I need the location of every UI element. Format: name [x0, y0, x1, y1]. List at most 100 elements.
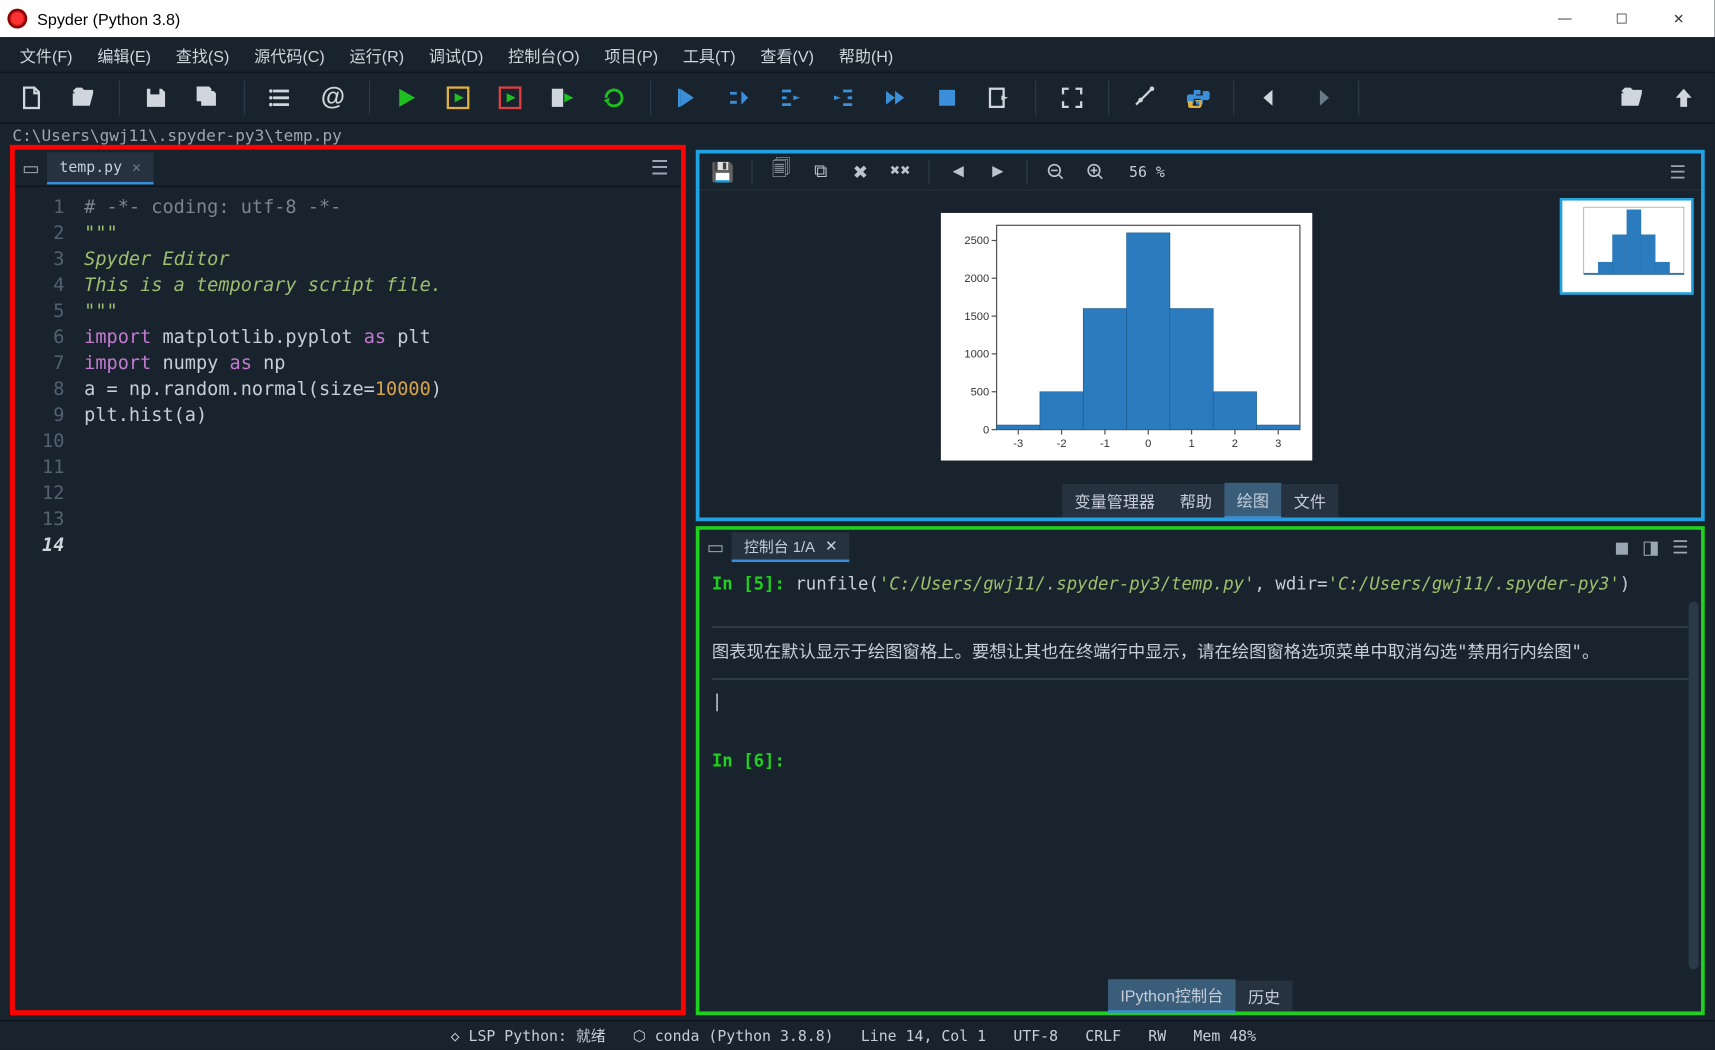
outline-button[interactable] [260, 77, 302, 119]
console-tab[interactable]: 控制台 1/A ✕ [732, 532, 850, 562]
menu-run[interactable]: 运行(R) [340, 40, 414, 68]
run-button[interactable] [385, 77, 427, 119]
close-tab-icon[interactable]: ✕ [132, 158, 141, 175]
save-all-button[interactable] [187, 77, 229, 119]
fullscreen-button[interactable] [1051, 77, 1093, 119]
new-file-button[interactable] [10, 77, 52, 119]
status-env[interactable]: ⬡ conda (Python 3.8.8) [633, 1027, 834, 1044]
console-options-icon[interactable]: ☰ [1672, 536, 1689, 558]
editor-tab-temp[interactable]: temp.py ✕ [47, 152, 153, 184]
menu-file[interactable]: 文件(F) [10, 40, 83, 68]
maximize-button[interactable]: ☐ [1593, 0, 1650, 37]
forward-button[interactable] [1301, 77, 1343, 119]
console-scrollbar[interactable] [1689, 602, 1699, 970]
plots-pane: 💾 🗐 ⧉ ✖ ✖✖ ◄ ► 56 % ☰ 050010001500200025… [696, 150, 1705, 521]
step-button[interactable] [718, 77, 760, 119]
editor-tab-row: ▭ temp.py ✕ ☰ [15, 150, 681, 187]
menu-projects[interactable]: 项目(P) [595, 40, 668, 68]
console-pane: ▭ 控制台 1/A ✕ ◼ ◨ ☰ In [5]: runfile('C:/Us… [696, 526, 1705, 1015]
window-title: Spyder (Python 3.8) [37, 9, 180, 28]
tab-ipython-console[interactable]: IPython控制台 [1108, 979, 1236, 1012]
menu-source[interactable]: 源代码(C) [244, 40, 334, 68]
plot-canvas[interactable]: 05001000150020002500-3-2-10123 [699, 191, 1552, 483]
copy-all-button[interactable]: ⧉ [805, 155, 837, 187]
rerun-button[interactable] [593, 77, 635, 119]
delete-all-button[interactable]: ✖✖ [884, 155, 916, 187]
save-plot-button[interactable]: 💾 [707, 155, 739, 187]
tab-plots[interactable]: 绘图 [1224, 482, 1281, 518]
main-toolbar: @ [0, 72, 1715, 124]
zoom-in-button[interactable] [1080, 155, 1112, 187]
prev-plot-button[interactable]: ◄ [942, 155, 974, 187]
svg-text:1: 1 [1188, 438, 1194, 450]
save-button[interactable] [135, 77, 177, 119]
continue-button[interactable] [874, 77, 916, 119]
console-browse-tabs-icon[interactable]: ▭ [699, 536, 731, 558]
copy-plot-button[interactable]: 🗐 [765, 155, 797, 187]
svg-text:500: 500 [970, 386, 989, 398]
tab-files[interactable]: 文件 [1281, 483, 1338, 516]
zoom-level: 56 % [1119, 163, 1175, 180]
plots-options-icon[interactable]: ☰ [1662, 160, 1694, 182]
next-plot-button[interactable]: ► [982, 155, 1014, 187]
code-editor[interactable]: 1234567891011121314 # -*- coding: utf-8 … [15, 187, 681, 1010]
debug-button[interactable] [666, 77, 708, 119]
menu-help[interactable]: 帮助(H) [829, 40, 903, 68]
title-bar: Spyder (Python 3.8) — ☐ ✕ [0, 0, 1715, 37]
status-cursor: Line 14, Col 1 [861, 1027, 986, 1044]
svg-text:-2: -2 [1056, 438, 1066, 450]
status-bar: ◇ LSP Python: 就绪 ⬡ conda (Python 3.8.8) … [0, 1020, 1715, 1050]
back-button[interactable] [1249, 77, 1291, 119]
close-window-button[interactable]: ✕ [1650, 0, 1707, 37]
workdir-browse-button[interactable] [1611, 77, 1653, 119]
menu-edit[interactable]: 编辑(E) [87, 40, 160, 68]
exit-debug-button[interactable] [978, 77, 1020, 119]
run-cell-advance-button[interactable] [489, 77, 531, 119]
svg-text:2500: 2500 [964, 235, 989, 247]
at-button[interactable]: @ [312, 77, 354, 119]
step-out-button[interactable] [822, 77, 864, 119]
svg-text:-3: -3 [1013, 438, 1023, 450]
menu-view[interactable]: 查看(V) [750, 40, 823, 68]
status-eol[interactable]: CRLF [1085, 1027, 1121, 1044]
open-file-button[interactable] [62, 77, 104, 119]
interrupt-kernel-button[interactable]: ◼ [1614, 536, 1629, 558]
console-info-message: 图表现在默认显示于绘图窗格上。要想让其也在终端行中显示，请在绘图窗格选项菜单中取… [712, 640, 1689, 666]
status-memory: Mem 48% [1193, 1027, 1256, 1044]
console-output[interactable]: In [5]: runfile('C:/Users/gwj11/.spyder-… [699, 565, 1701, 980]
svg-text:-1: -1 [1099, 438, 1109, 450]
svg-text:2000: 2000 [964, 273, 989, 285]
console-bottom-tabs: IPython控制台 历史 [699, 979, 1701, 1011]
zoom-out-button[interactable] [1040, 155, 1072, 187]
tab-variable-explorer[interactable]: 变量管理器 [1062, 483, 1167, 516]
run-selection-button[interactable] [541, 77, 583, 119]
menu-search[interactable]: 查找(S) [166, 40, 239, 68]
editor-tab-label: temp.py [59, 158, 122, 175]
editor-pane: ▭ temp.py ✕ ☰ 1234567891011121314 # -*- … [10, 145, 686, 1015]
tab-help[interactable]: 帮助 [1167, 483, 1224, 516]
run-cell-button[interactable] [437, 77, 479, 119]
menu-consoles[interactable]: 控制台(O) [498, 40, 589, 68]
console-close-tab-icon[interactable]: ✕ [825, 537, 837, 554]
preferences-button[interactable] [1124, 77, 1166, 119]
step-into-button[interactable] [770, 77, 812, 119]
status-lsp[interactable]: ◇ LSP Python: 就绪 [451, 1025, 606, 1046]
console-prompt-in5: In [5]: [712, 574, 785, 594]
browse-tabs-icon[interactable]: ▭ [15, 157, 47, 179]
spyder-logo-icon [7, 9, 27, 29]
stop-debug-button[interactable] [926, 77, 968, 119]
workdir-up-button[interactable] [1663, 77, 1705, 119]
svg-text:1500: 1500 [964, 311, 989, 323]
python-path-button[interactable] [1176, 77, 1218, 119]
delete-plot-button[interactable]: ✖ [844, 155, 876, 187]
status-encoding[interactable]: UTF-8 [1013, 1027, 1058, 1044]
clear-console-button[interactable]: ◨ [1642, 536, 1660, 558]
menu-tools[interactable]: 工具(T) [673, 40, 746, 68]
editor-options-icon[interactable]: ☰ [638, 155, 681, 180]
menu-debug[interactable]: 调试(D) [419, 40, 493, 68]
menu-bar: 文件(F) 编辑(E) 查找(S) 源代码(C) 运行(R) 调试(D) 控制台… [0, 37, 1715, 72]
tab-history[interactable]: 历史 [1236, 980, 1293, 1011]
plots-toolbar: 💾 🗐 ⧉ ✖ ✖✖ ◄ ► 56 % ☰ [699, 154, 1701, 191]
minimize-button[interactable]: — [1536, 0, 1593, 37]
plot-thumbnail[interactable] [1560, 198, 1694, 295]
